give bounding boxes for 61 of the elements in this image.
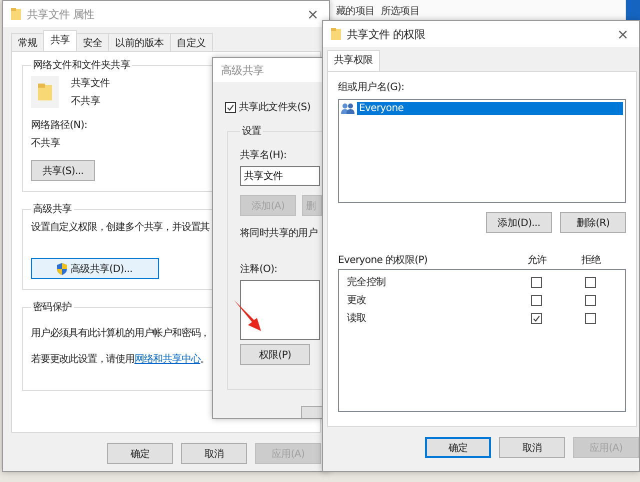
arrow-icon — [232, 298, 262, 332]
checkbox-label[interactable]: 共享此文件夹(S) — [239, 100, 310, 114]
network-path: 不共享 — [31, 136, 60, 150]
folder-shape — [38, 82, 52, 102]
checkbox[interactable] — [530, 312, 542, 324]
advanced-sharing-button[interactable]: 高级共享(D)... — [31, 258, 159, 279]
folder-icon — [11, 8, 21, 20]
group-title: 高级共享 — [32, 202, 73, 216]
group-title: 网络文件和文件夹共享 — [32, 58, 132, 72]
tab[interactable]: 自定义 — [170, 33, 213, 51]
share-button[interactable]: 共享(S)... — [31, 160, 95, 181]
tab[interactable]: 共享权限 — [327, 50, 380, 71]
dialog-button[interactable]: 确定 — [107, 443, 173, 464]
checkbox[interactable] — [584, 312, 596, 324]
dialog-button[interactable]: 确定 — [425, 437, 491, 458]
field-label: 组或用户名(G): — [338, 80, 406, 94]
description-text: 用户必须具有此计算机的用户帐户和密码， — [31, 326, 210, 340]
permission-name: 更改 — [347, 294, 368, 307]
group-title: 设置 — [241, 124, 262, 138]
column-header: 允许 — [527, 254, 547, 267]
field-label: 将同时共享的用户 — [240, 226, 319, 240]
tab[interactable]: 常规 — [11, 33, 44, 51]
description-text: 设置自定义权限，创建多个共享，并设置其 — [31, 220, 210, 234]
users-icon — [341, 103, 355, 114]
dialog-button[interactable]: 删除(R) — [560, 212, 626, 233]
checkbox[interactable] — [584, 276, 596, 288]
close-button[interactable]: × — [307, 7, 321, 21]
tab[interactable]: 共享 — [43, 30, 77, 51]
checkbox[interactable] — [530, 276, 542, 288]
share-status: 不共享 — [71, 94, 102, 108]
window-title: 高级共享 — [221, 62, 265, 78]
window-title: 共享文件 的权限 — [347, 26, 426, 42]
permission-name: 完全控制 — [347, 276, 387, 289]
description-text: 若要更改此设置，请使用网络和共享中心。 — [31, 352, 210, 366]
checkbox[interactable] — [225, 102, 236, 112]
checkbox[interactable] — [530, 294, 542, 306]
list-item[interactable]: Everyone — [357, 102, 623, 115]
dialog-button[interactable]: 添加(D)... — [486, 212, 552, 233]
field-label: 网络路径(N): — [31, 119, 88, 132]
permissions-button[interactable]: 权限(P) — [240, 344, 310, 365]
permission-name: 读取 — [347, 312, 368, 325]
user-list[interactable]: Everyone — [338, 99, 626, 203]
window-title: 共享文件 属性 — [27, 6, 96, 22]
field-label: 共享名(H): — [240, 148, 288, 162]
close-button[interactable]: × — [617, 27, 631, 41]
field-label: 注释(O): — [240, 262, 278, 276]
column-header: 拒绝 — [581, 254, 601, 267]
ribbon-label[interactable]: 所选项目 — [380, 4, 420, 18]
shield-icon — [57, 262, 68, 274]
checkbox[interactable] — [584, 294, 596, 306]
dialog-button[interactable]: 取消 — [499, 437, 565, 458]
ribbon-label[interactable]: 藏的项目 — [336, 4, 375, 18]
field-label: Everyone 的权限(P) — [338, 254, 429, 267]
network-center-link[interactable]: 网络和共享中心 — [134, 354, 200, 365]
comment-field[interactable] — [240, 280, 320, 340]
folder-icon — [331, 28, 341, 40]
share-name-field[interactable]: 共享文件 — [240, 166, 320, 186]
folder-name: 共享文件 — [71, 76, 110, 90]
group-title: 密码保护 — [32, 300, 73, 314]
side-panel — [626, 0, 640, 22]
dialog-button[interactable]: 取消 — [181, 443, 247, 464]
